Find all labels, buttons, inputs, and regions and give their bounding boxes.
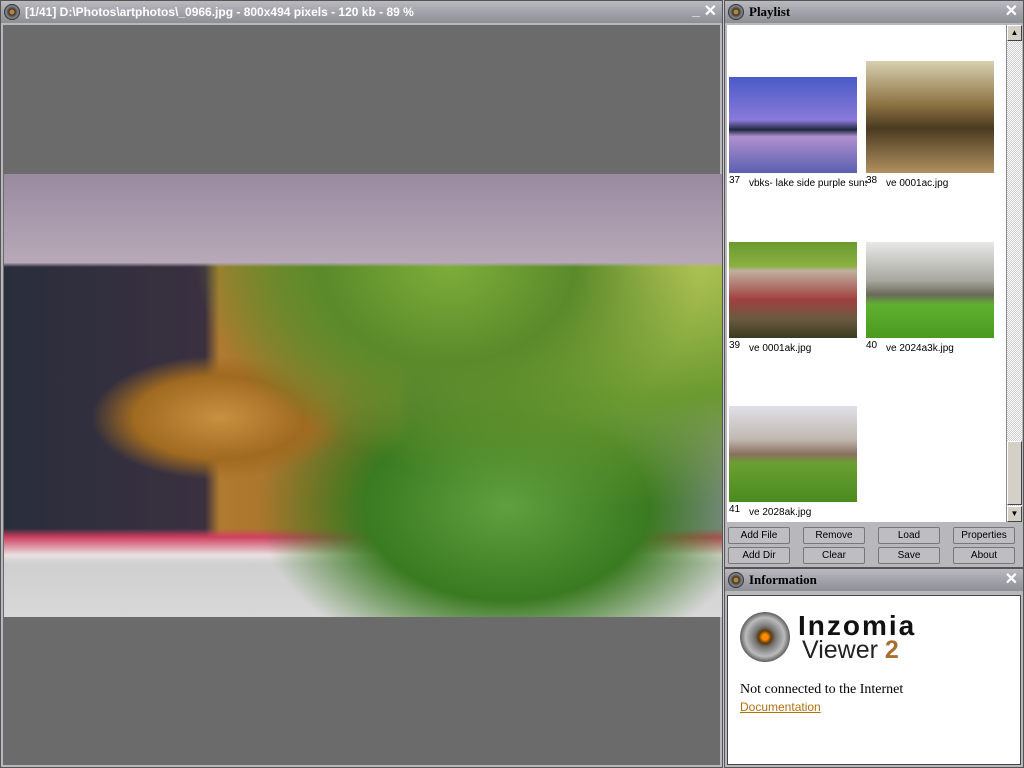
item-number: 39 [729, 340, 741, 351]
list-item[interactable]: 39 ve 0001ak.jpg [729, 242, 857, 354]
remove-button[interactable]: Remove [803, 527, 865, 544]
playlist-title: Playlist [749, 4, 791, 19]
scroll-thumb[interactable] [1007, 441, 1022, 505]
item-number: 40 [866, 340, 878, 351]
thumbnail[interactable] [866, 242, 994, 338]
item-filename: vbks- lake side purple sunset.jpg [749, 178, 867, 189]
item-number: 38 [866, 175, 878, 186]
item-filename: ve 2028ak.jpg [749, 507, 812, 518]
image-viewport[interactable] [3, 25, 722, 765]
connection-status: Not connected to the Internet [740, 682, 904, 697]
displayed-photo[interactable] [4, 174, 722, 617]
app-logo-icon[interactable] [4, 4, 20, 20]
load-button[interactable]: Load [878, 527, 940, 544]
item-filename: ve 2024a3k.jpg [886, 343, 954, 354]
thumbnail[interactable] [729, 406, 857, 502]
close-icon[interactable]: ✕ [1005, 1, 1018, 23]
item-number: 41 [729, 504, 741, 515]
scroll-down-button[interactable]: ▼ [1007, 506, 1022, 522]
minimize-icon[interactable]: _ [692, 1, 700, 21]
information-content: Inzomia Viewer 2 Not connected to the In… [727, 595, 1021, 765]
add-dir-button[interactable]: Add Dir [728, 547, 790, 564]
information-title: Information [749, 572, 817, 587]
playlist-panel: Playlist ✕ 37 vbks- lake side purple sun… [724, 0, 1024, 568]
app-logo-icon [728, 572, 744, 588]
add-file-button[interactable]: Add File [728, 527, 790, 544]
playlist-thumbnails[interactable]: 37 vbks- lake side purple sunset.jpg 38 … [727, 25, 1006, 522]
brand-version: 2 [884, 636, 899, 664]
list-item[interactable]: 40 ve 2024a3k.jpg [866, 242, 994, 354]
scroll-up-button[interactable]: ▲ [1007, 25, 1022, 41]
documentation-link[interactable]: Documentation [740, 700, 821, 714]
playlist-title-bar[interactable]: Playlist ✕ [725, 1, 1023, 23]
item-filename: ve 0001ac.jpg [886, 178, 949, 189]
image-viewer-window: [1/41] D:\Photos\artphotos\_0966.jpg - 8… [0, 0, 723, 768]
thumbnail[interactable] [729, 242, 857, 338]
information-panel: Information ✕ Inzomia Viewer 2 Not conne… [724, 568, 1024, 768]
close-icon[interactable]: ✕ [704, 1, 717, 23]
clear-button[interactable]: Clear [803, 547, 865, 564]
viewer-title: [1/41] D:\Photos\artphotos\_0966.jpg - 8… [25, 5, 414, 19]
save-button[interactable]: Save [878, 547, 940, 564]
item-filename: ve 0001ak.jpg [749, 343, 812, 354]
brand-product-name: Viewer [802, 636, 878, 664]
about-button[interactable]: About [953, 547, 1015, 564]
properties-button[interactable]: Properties [953, 527, 1015, 544]
thumbnail[interactable] [729, 77, 857, 173]
thumbnail[interactable] [866, 61, 994, 173]
playlist-scrollbar[interactable]: ▲ ▼ [1006, 25, 1022, 522]
information-title-bar[interactable]: Information ✕ [725, 569, 1023, 591]
app-logo-icon [728, 4, 744, 20]
close-icon[interactable]: ✕ [1005, 569, 1018, 591]
list-item[interactable]: 37 vbks- lake side purple sunset.jpg [729, 77, 867, 189]
eye-logo-icon [740, 612, 790, 662]
list-item[interactable]: 41 ve 2028ak.jpg [729, 406, 857, 518]
brand-product: Viewer 2 [802, 636, 899, 665]
list-item[interactable]: 38 ve 0001ac.jpg [866, 61, 994, 189]
item-number: 37 [729, 175, 741, 186]
viewer-title-bar[interactable]: [1/41] D:\Photos\artphotos\_0966.jpg - 8… [1, 1, 722, 23]
